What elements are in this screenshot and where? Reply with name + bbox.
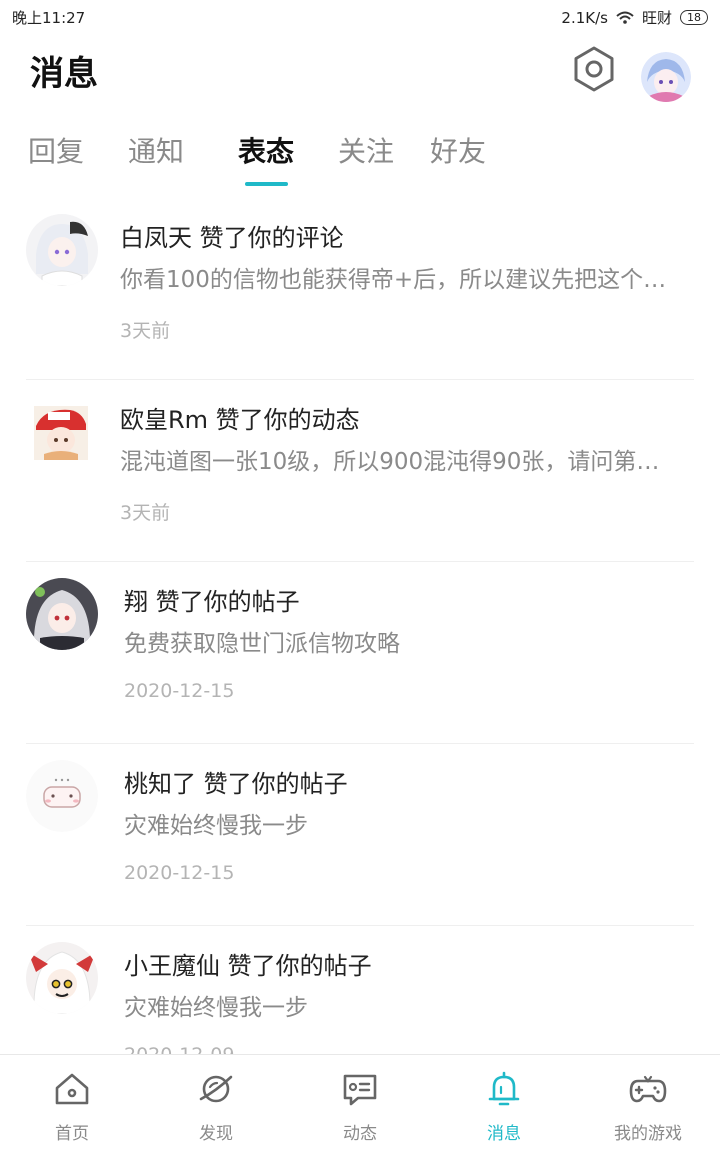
tabbar-item-feed[interactable]: 动态 xyxy=(288,1055,432,1152)
item-snippet: 混沌道图一张10级，所以900混沌得90张，请问第… xyxy=(120,449,660,475)
battery-indicator: 18 xyxy=(680,10,708,25)
planet-icon xyxy=(199,1075,233,1103)
list-item[interactable]: 白凤天 赞了你的评论 你看100的信物也能获得帝+后，所以建议先把这个… 3天前 xyxy=(0,198,720,380)
settings-icon xyxy=(574,46,614,92)
status-time: 晚上11:27 xyxy=(12,9,86,27)
bell-icon xyxy=(488,1071,520,1106)
list-item[interactable]: 欧皇Rm 赞了你的动态 混沌道图一张10级，所以900混沌得90张，请问第… 3… xyxy=(0,380,720,562)
avatar-image xyxy=(26,214,98,286)
list-item[interactable]: 翔 赞了你的帖子 免费获取隐世门派信物攻略 2020-12-15 xyxy=(0,562,720,744)
user-avatar[interactable] xyxy=(641,52,691,102)
tabbar-label: 动态 xyxy=(343,1124,377,1144)
tabbar-label: 消息 xyxy=(487,1124,521,1144)
wifi-icon xyxy=(616,11,634,24)
tab-notifications[interactable]: 通知 xyxy=(128,130,184,170)
item-title: 白凤天 赞了你的评论 xyxy=(120,224,344,252)
item-snippet: 免费获取隐世门派信物攻略 xyxy=(124,631,400,657)
tab-following[interactable]: 关注 xyxy=(338,130,394,170)
message-tabs: 回复 通知 表态 关注 好友 xyxy=(0,120,720,190)
tab-friends[interactable]: 好友 xyxy=(430,130,486,170)
item-snippet: 灾难始终慢我一步 xyxy=(124,995,308,1021)
avatar-image xyxy=(26,942,98,1014)
tabbar-label: 首页 xyxy=(55,1124,89,1144)
network-speed: 2.1K/s xyxy=(561,8,608,27)
item-title: 欧皇Rm 赞了你的动态 xyxy=(120,406,360,434)
avatar[interactable] xyxy=(26,942,98,1014)
status-indicators: 2.1K/s 旺财 18 xyxy=(561,7,708,28)
avatar-image xyxy=(26,760,98,832)
tab-replies[interactable]: 回复 xyxy=(28,130,84,170)
header: 消息 xyxy=(0,32,720,112)
active-tab-indicator xyxy=(245,182,288,186)
settings-button[interactable] xyxy=(570,42,618,96)
avatar[interactable] xyxy=(34,406,88,460)
item-time: 3天前 xyxy=(120,502,171,524)
bottom-tab-bar: 首页 发现 动态 消息 我的游戏 xyxy=(0,1054,720,1152)
tabbar-item-discover[interactable]: 发现 xyxy=(144,1055,288,1152)
tabbar-item-messages[interactable]: 消息 xyxy=(432,1055,576,1152)
item-time: 3天前 xyxy=(120,320,171,342)
carrier-name: 旺财 xyxy=(641,9,672,27)
item-time: 2020-12-15 xyxy=(124,680,235,702)
avatar[interactable] xyxy=(26,214,98,286)
avatar-image xyxy=(26,578,98,650)
item-snippet: 你看100的信物也能获得帝+后，所以建议先把这个… xyxy=(120,267,667,293)
tabbar-item-my-games[interactable]: 我的游戏 xyxy=(576,1055,720,1152)
item-snippet: 灾难始终慢我一步 xyxy=(124,813,308,839)
item-title: 桃知了 赞了你的帖子 xyxy=(124,770,348,798)
avatar[interactable] xyxy=(26,578,98,650)
feed-icon xyxy=(343,1074,377,1106)
item-title: 翔 赞了你的帖子 xyxy=(124,588,300,616)
page-title: 消息 xyxy=(30,54,98,94)
tabbar-item-home[interactable]: 首页 xyxy=(0,1055,144,1152)
home-icon xyxy=(55,1073,89,1105)
item-title: 小王魔仙 赞了你的帖子 xyxy=(124,952,372,980)
user-avatar-image xyxy=(641,52,691,102)
tabbar-label: 发现 xyxy=(199,1124,233,1144)
reaction-list: 白凤天 赞了你的评论 你看100的信物也能获得帝+后，所以建议先把这个… 3天前… xyxy=(0,198,720,1054)
avatar-image xyxy=(34,406,88,460)
status-bar: 晚上11:27 2.1K/s 旺财 18 xyxy=(0,0,720,32)
avatar[interactable] xyxy=(26,760,98,832)
list-item[interactable]: 小王魔仙 赞了你的帖子 灾难始终慢我一步 2020-12-09 xyxy=(0,926,720,1054)
tabbar-label: 我的游戏 xyxy=(614,1124,682,1144)
item-time: 2020-12-09 xyxy=(124,1044,234,1054)
list-item[interactable]: 桃知了 赞了你的帖子 灾难始终慢我一步 2020-12-15 xyxy=(0,744,720,926)
tab-reactions[interactable]: 表态 xyxy=(238,130,294,170)
item-time: 2020-12-15 xyxy=(124,862,235,884)
gamepad-icon xyxy=(629,1075,667,1103)
